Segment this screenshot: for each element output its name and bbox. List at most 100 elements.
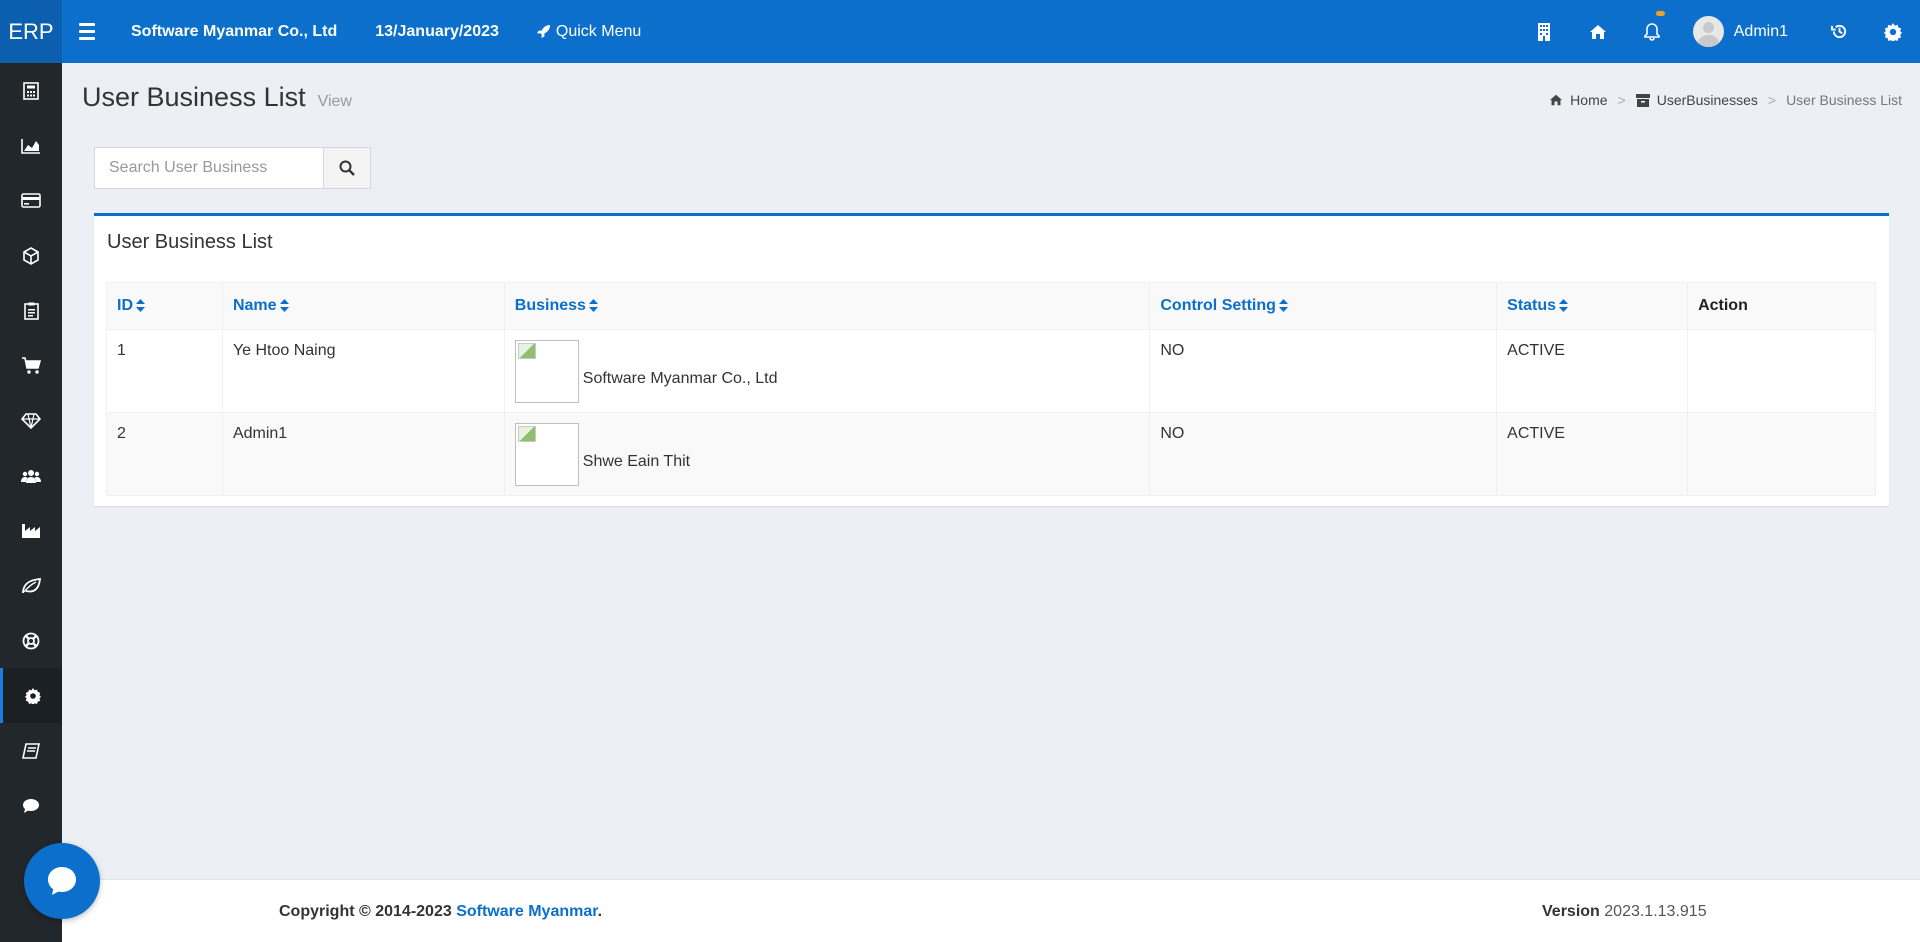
archive-icon [1635, 93, 1650, 107]
column-header-id[interactable]: ID [106, 282, 223, 330]
bell-icon[interactable] [1625, 0, 1679, 63]
chat-button[interactable] [24, 843, 100, 919]
column-header-label: Business [514, 297, 586, 314]
sidebar-item-production[interactable] [0, 503, 62, 558]
sidebar-item-agriculture[interactable] [0, 558, 62, 613]
column-header-action: Action [1687, 282, 1876, 330]
sidebar-item-inventory[interactable] [0, 228, 62, 283]
credit-card-icon [21, 193, 41, 208]
sidebar-item-support[interactable] [0, 613, 62, 668]
company-link[interactable]: Software Myanmar [456, 903, 597, 920]
sidebar-item-accounting[interactable] [0, 723, 62, 778]
book-icon [22, 742, 40, 759]
settings-icon [24, 687, 41, 704]
sidebar-item-settings[interactable] [0, 668, 62, 723]
copyright-suffix: . [597, 903, 603, 920]
breadcrumb-current: User Business List [1786, 92, 1902, 108]
area-chart-icon [21, 138, 40, 154]
business-logo-image [514, 423, 579, 486]
diamond-icon [21, 412, 41, 429]
sidebar-item-users[interactable] [0, 448, 62, 503]
breadcrumb-separator: > [1617, 92, 1626, 108]
sidebar-item-sales[interactable] [0, 338, 62, 393]
search-form [94, 147, 371, 189]
page-title-text: User Business List [82, 82, 306, 112]
cart-icon [22, 356, 41, 374]
column-header-business[interactable]: Business [503, 282, 1151, 330]
column-header-label: ID [117, 297, 133, 314]
life-ring-icon [22, 632, 40, 649]
footer: Copyright © 2014-2023 Software Myanmar. … [62, 879, 1920, 942]
table-header-row: ID Name Business Control Setting Status … [106, 282, 1876, 330]
avatar [1692, 16, 1724, 47]
version-info: Version 2023.1.13.915 [1542, 903, 1707, 921]
sidebar-item-premium[interactable] [0, 393, 62, 448]
copyright-text: Copyright © 2014-2023 [279, 903, 452, 920]
sidebar-item-payments[interactable] [0, 173, 62, 228]
users-icon [21, 469, 41, 483]
cell-id: 2 [106, 412, 223, 496]
user-business-box: User Business List ID Name Business Cont… [94, 213, 1889, 506]
column-header-control-setting[interactable]: Control Setting [1149, 282, 1498, 330]
search-icon [339, 160, 355, 176]
cell-status: ACTIVE [1496, 412, 1689, 496]
breadcrumb-home[interactable]: Home [1549, 92, 1608, 108]
column-header-label: Control Setting [1160, 297, 1276, 314]
business-name: Software Myanmar Co., Ltd [582, 370, 778, 387]
cell-action [1687, 329, 1876, 413]
version-number: 2023.1.13.915 [1604, 903, 1707, 920]
breadcrumb-userbusinesses[interactable]: UserBusinesses [1635, 92, 1758, 108]
page-subtitle: View [317, 93, 352, 110]
industry-icon [22, 523, 40, 538]
calculator-icon [23, 81, 39, 100]
breadcrumb-home-label: Home [1570, 92, 1608, 108]
app-logo[interactable]: ERP [0, 0, 62, 63]
comment-icon [23, 798, 39, 813]
sidebar-item-orders[interactable] [0, 283, 62, 338]
sort-icon [1278, 299, 1288, 313]
home-icon[interactable] [1571, 0, 1625, 63]
page-title: User Business List View [82, 82, 352, 113]
menu-toggle-button[interactable] [79, 0, 105, 63]
sidebar-item-reports[interactable] [0, 118, 62, 173]
quick-menu-button[interactable]: Quick Menu [536, 23, 641, 41]
copyright: Copyright © 2014-2023 Software Myanmar. [279, 903, 602, 921]
sidebar [0, 63, 62, 942]
sort-icon [588, 299, 598, 313]
cell-business: Software Myanmar Co., Ltd [503, 329, 1151, 413]
sort-icon [136, 299, 145, 313]
sort-icon [1559, 299, 1569, 313]
gear-icon[interactable] [1866, 0, 1920, 63]
cell-name: Ye Htoo Naing [221, 329, 505, 413]
chat-icon [48, 867, 76, 895]
cell-action [1687, 412, 1876, 496]
quick-menu-label: Quick Menu [555, 22, 642, 40]
leaf-icon [22, 577, 41, 593]
cell-id: 1 [106, 329, 223, 413]
user-name: Admin1 [1733, 22, 1788, 40]
cell-control-setting: NO [1149, 329, 1498, 413]
cell-business: Shwe Eain Thit [503, 412, 1151, 496]
column-header-label: Status [1507, 297, 1557, 314]
table-row: 2 Admin1 Shwe Eain Thit NO ACTIVE [106, 412, 1876, 496]
business-name: Shwe Eain Thit [582, 453, 691, 470]
column-header-name[interactable]: Name [221, 282, 505, 330]
history-icon[interactable] [1812, 0, 1866, 63]
cell-status: ACTIVE [1496, 329, 1689, 413]
user-menu[interactable]: Admin1 [1679, 0, 1812, 63]
column-header-status[interactable]: Status [1496, 282, 1689, 330]
current-date: 13/January/2023 [375, 22, 499, 40]
user-business-table: ID Name Business Control Setting Status … [106, 282, 1876, 496]
search-button[interactable] [324, 147, 371, 189]
home-icon [1550, 94, 1563, 106]
version-label: Version [1542, 903, 1600, 920]
cell-name: Admin1 [221, 412, 505, 496]
search-input[interactable] [94, 147, 324, 189]
sidebar-item-messages[interactable] [0, 778, 62, 833]
breadcrumb-section-label: UserBusinesses [1656, 92, 1758, 108]
sidebar-item-calculator[interactable] [0, 63, 62, 118]
business-logo-image [514, 340, 579, 403]
building-icon[interactable] [1517, 0, 1571, 63]
cube-icon [23, 246, 39, 265]
breadcrumb-separator: > [1767, 92, 1777, 108]
